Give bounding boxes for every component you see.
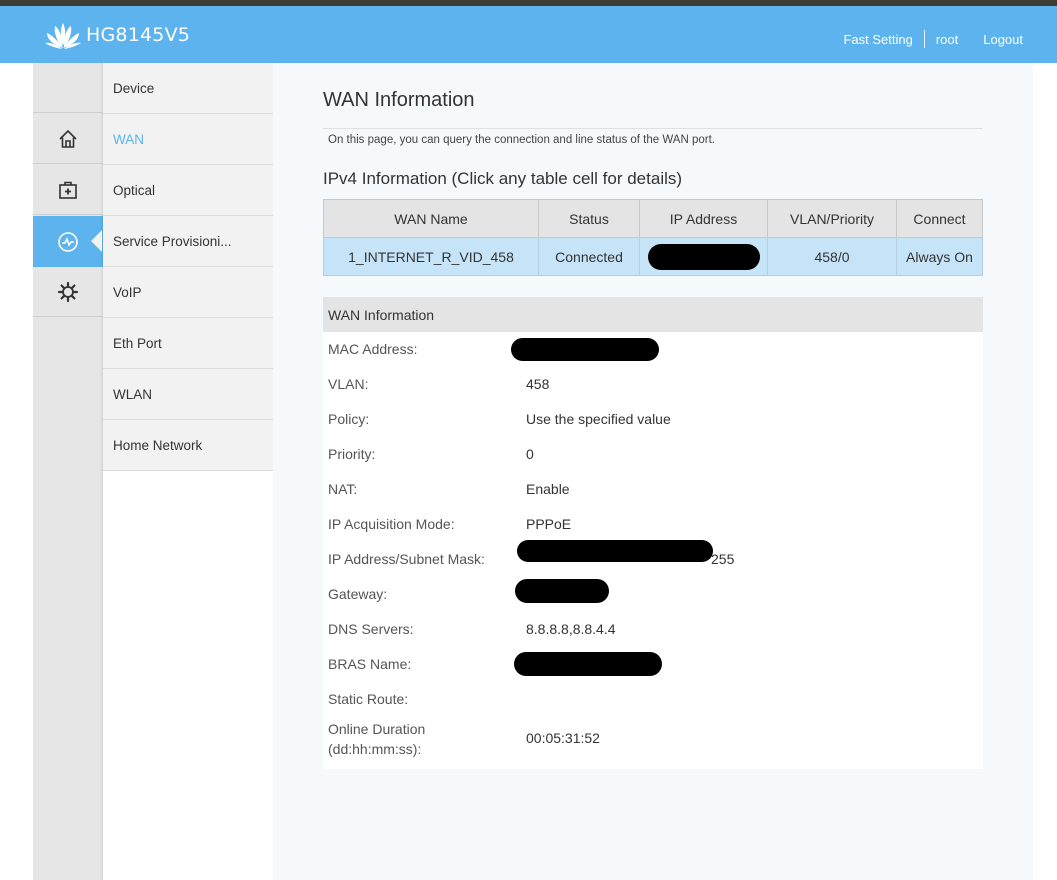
menu-item-service-provisioning[interactable]: Service Provisioni... [91,216,273,267]
policy-label: Policy: [328,411,370,427]
static-route-label: Static Route: [328,691,409,707]
nat-value: Enable [526,481,570,497]
redaction-mark [514,652,662,676]
mode-label: IP Acquisition Mode: [328,516,455,532]
policy-value: Use the specified value [526,411,671,427]
icon-sidebar [33,63,103,880]
ip-mask-label: IP Address/Subnet Mask: [328,551,485,567]
duration-label: Online Duration (dd:hh:mm:ss): [328,721,426,757]
nat-label: NAT: [328,481,358,497]
gear-icon [57,281,79,302]
menu-item-wlan[interactable]: WLAN [103,369,273,420]
icon-blank-cell [33,63,103,113]
ipv4-table: WAN Name Status IP Address VLAN/Priority… [323,199,983,276]
menu-item-optical[interactable]: Optical [103,165,273,216]
ip-mask-value-tail: 255 [711,551,735,567]
menu-item-voip[interactable]: VoIP [103,267,273,318]
nav-home[interactable] [33,114,103,164]
mac-label: MAC Address: [328,341,418,357]
wan-info-heading: WAN Information [323,297,983,332]
home-icon [59,129,77,148]
nav-diagnose[interactable] [33,165,103,215]
priority-label: Priority: [328,446,376,462]
device-model-title: HG8145V5 [86,24,191,46]
redaction-mark [517,540,713,562]
sub-menu: Device WAN Optical Service Provisioni...… [91,63,273,880]
ipv4-heading: IPv4 Information (Click any table cell f… [323,169,683,188]
bras-label: BRAS Name: [328,656,412,672]
col-status: Status [538,199,640,238]
logout-link[interactable]: Logout [983,32,1023,47]
wan-info-panel: WAN Information MAC Address: VLAN: 458 P… [323,297,983,769]
table-header-row: WAN Name Status IP Address VLAN/Priority… [323,199,983,238]
huawei-logo-icon [45,23,81,49]
page-description: On this page, you can query the connecti… [328,134,715,146]
dns-value: 8.8.8.8,8.8.4.4 [526,621,616,637]
redaction-mark [647,243,760,270]
vlan-value: 458 [526,376,550,392]
gateway-label: Gateway: [328,586,388,602]
cell-vlan-priority[interactable]: 458/0 [767,237,897,276]
duration-value: 00:05:31:52 [526,730,600,746]
cell-ip-address[interactable] [639,237,768,276]
redaction-mark [515,579,609,603]
user-link[interactable]: root [936,32,958,47]
priority-value: 0 [526,446,534,462]
title-divider [323,128,983,129]
medical-kit-icon [59,181,77,199]
col-vlan-priority: VLAN/Priority [767,199,897,238]
dns-label: DNS Servers: [328,621,414,637]
top-header: HG8145V5 Fast Setting root Logout [0,6,1057,63]
col-ip-address: IP Address [639,199,768,238]
col-wan-name: WAN Name [323,199,539,238]
nav-settings[interactable] [33,267,103,317]
cell-wan-name[interactable]: 1_INTERNET_R_VID_458 [323,237,539,276]
vlan-label: VLAN: [328,376,369,392]
redaction-mark [511,338,659,361]
main-content: WAN Information On this page, you can qu… [273,63,1033,880]
menu-item-eth-port[interactable]: Eth Port [103,318,273,369]
header-divider [923,30,925,48]
menu-item-wan[interactable]: WAN [103,114,273,165]
col-connect: Connect [896,199,983,238]
table-row[interactable]: 1_INTERNET_R_VID_458 Connected 458/0 Alw… [323,237,983,276]
pulse-icon [58,231,78,252]
cell-status[interactable]: Connected [538,237,640,276]
fast-setting-link[interactable]: Fast Setting [843,32,912,47]
menu-item-device[interactable]: Device [103,63,273,114]
menu-item-home-network[interactable]: Home Network [103,420,273,471]
mode-value: PPPoE [526,516,572,532]
cell-connect[interactable]: Always On [896,237,983,276]
page-title: WAN Information [323,89,475,111]
